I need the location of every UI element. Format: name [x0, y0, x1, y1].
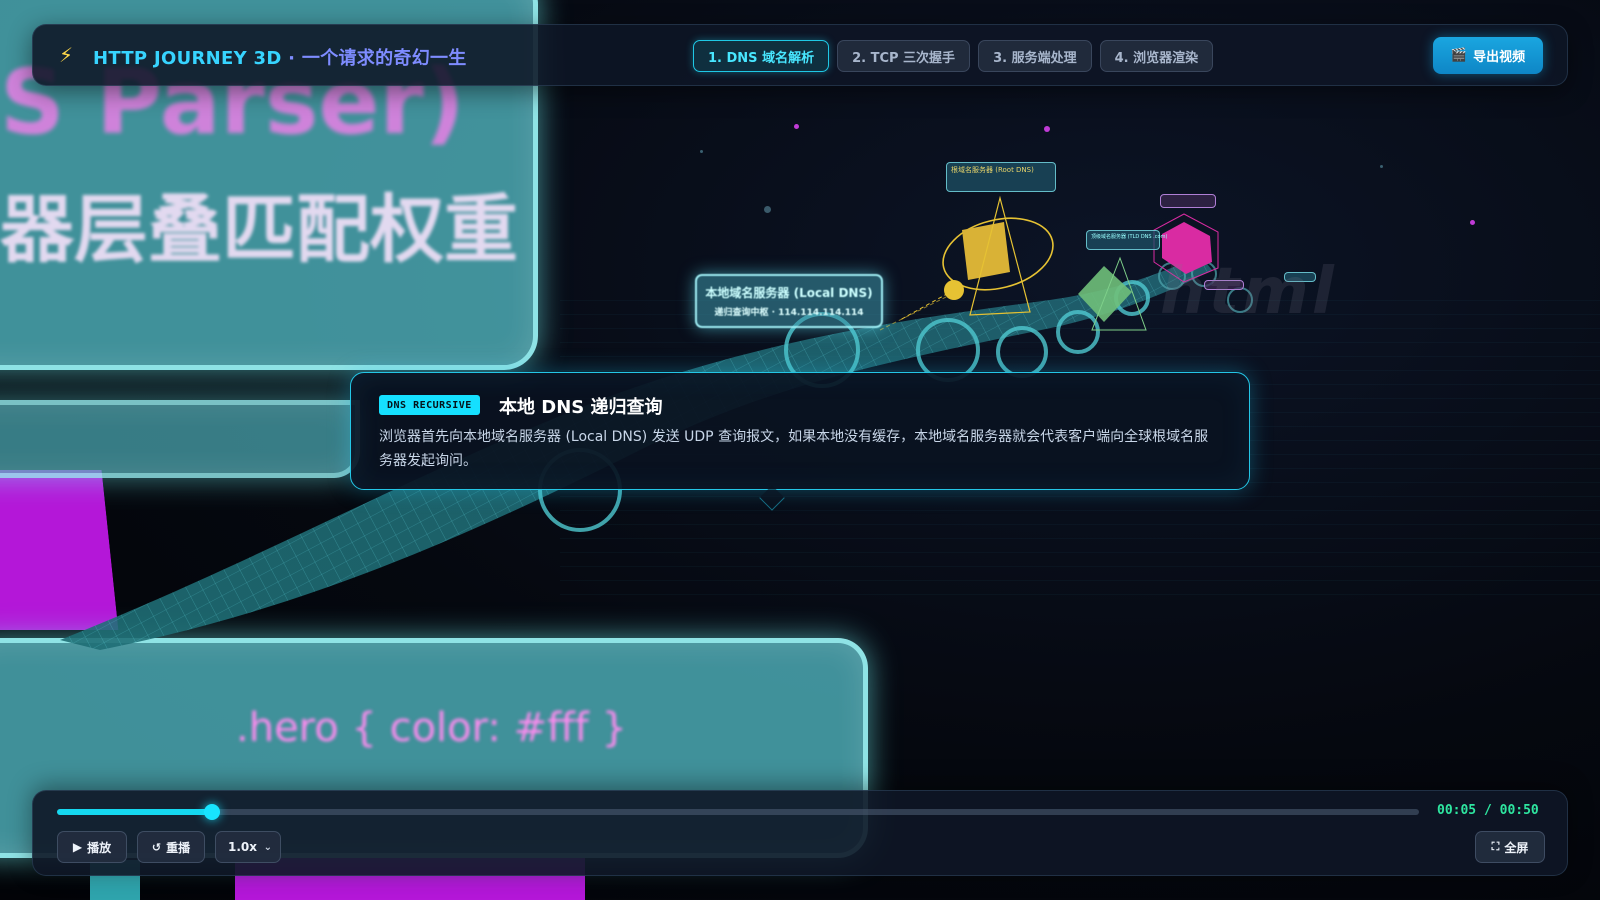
timeline-progress — [57, 809, 213, 815]
speed-value: 1.0x — [228, 840, 257, 854]
step-badge: DNS RECURSIVE — [379, 395, 480, 415]
app-title-en: HTTP JOURNEY 3D — [93, 48, 282, 69]
auth-dns-label — [1160, 194, 1216, 208]
time-current: 00:05 — [1437, 803, 1477, 818]
play-button[interactable]: ▶ 播放 — [57, 831, 127, 863]
tld-dns-label: 顶级域名服务器 (TLD DNS .com) — [1086, 230, 1167, 250]
local-dns-node-label: 本地域名服务器 (Local DNS) 递归查询中枢 · 114.114.114… — [695, 274, 883, 328]
tab-tcp[interactable]: 2. TCP 三次握手 — [837, 40, 971, 72]
clapperboard-icon: 🎬 — [1450, 48, 1468, 63]
app-title: HTTP JOURNEY 3D · 一个请求的奇幻一生 — [93, 44, 467, 70]
play-label: 播放 — [87, 840, 112, 855]
export-video-button[interactable]: 🎬 导出视频 — [1433, 37, 1543, 74]
root-dns-label-text: 根域名服务器 (Root DNS) — [951, 166, 1034, 174]
local-dns-node-title: 本地域名服务器 (Local DNS) — [705, 286, 873, 300]
step-tabs: 1. DNS 域名解析 2. TCP 三次握手 3. 服务端处理 4. 浏览器渲… — [693, 40, 1214, 72]
step-description: 浏览器首先向本地域名服务器 (Local DNS) 发送 UDP 查询报文，如果… — [379, 429, 1209, 469]
step-info-card: DNS RECURSIVE 本地 DNS 递归查询 浏览器首先向本地域名服务器 … — [350, 372, 1250, 511]
timecode: 00:05 / 00:50 — [1437, 803, 1539, 818]
app-title-cn: 一个请求的奇幻一生 — [301, 48, 467, 69]
fullscreen-icon: ⛶ — [1491, 840, 1500, 853]
tab-server[interactable]: 3. 服务端处理 — [978, 40, 1092, 72]
timeline-scrubber[interactable] — [204, 804, 221, 820]
local-dns-node-subtitle: 递归查询中枢 · 114.114.114.114 — [714, 308, 864, 318]
background-html-text: html — [1160, 255, 1337, 329]
export-video-label: 导出视频 — [1473, 50, 1526, 65]
play-icon: ▶ — [72, 840, 83, 854]
playback-bar: 00:05 / 00:50 ▶ 播放 ↺ 重播 1.0x ⌄ ⛶ 全屏 — [32, 790, 1568, 876]
replay-icon: ↺ — [151, 840, 162, 854]
tab-render[interactable]: 4. 浏览器渲染 — [1099, 40, 1214, 72]
fullscreen-button[interactable]: ⛶ 全屏 — [1475, 831, 1545, 863]
time-total: 00:50 — [1499, 803, 1539, 818]
step-title: 本地 DNS 递归查询 — [499, 397, 663, 418]
top-bar: ⚡ HTTP JOURNEY 3D · 一个请求的奇幻一生 1. DNS 域名解… — [32, 24, 1568, 86]
lightning-icon: ⚡ — [59, 43, 74, 67]
tab-dns[interactable]: 1. DNS 域名解析 — [693, 40, 830, 72]
root-dns-label: 根域名服务器 (Root DNS) — [946, 162, 1056, 192]
chevron-down-icon: ⌄ — [263, 841, 272, 853]
replay-button[interactable]: ↺ 重播 — [137, 831, 205, 863]
time-separator: / — [1476, 803, 1500, 818]
app-title-separator: · — [281, 48, 302, 69]
timeline-track[interactable] — [57, 804, 1419, 820]
tld-dns-label-text: 顶级域名服务器 (TLD DNS .com) — [1091, 234, 1168, 240]
fullscreen-label: 全屏 — [1504, 840, 1529, 855]
replay-label: 重播 — [166, 840, 191, 855]
speed-select[interactable]: 1.0x ⌄ — [215, 831, 281, 863]
